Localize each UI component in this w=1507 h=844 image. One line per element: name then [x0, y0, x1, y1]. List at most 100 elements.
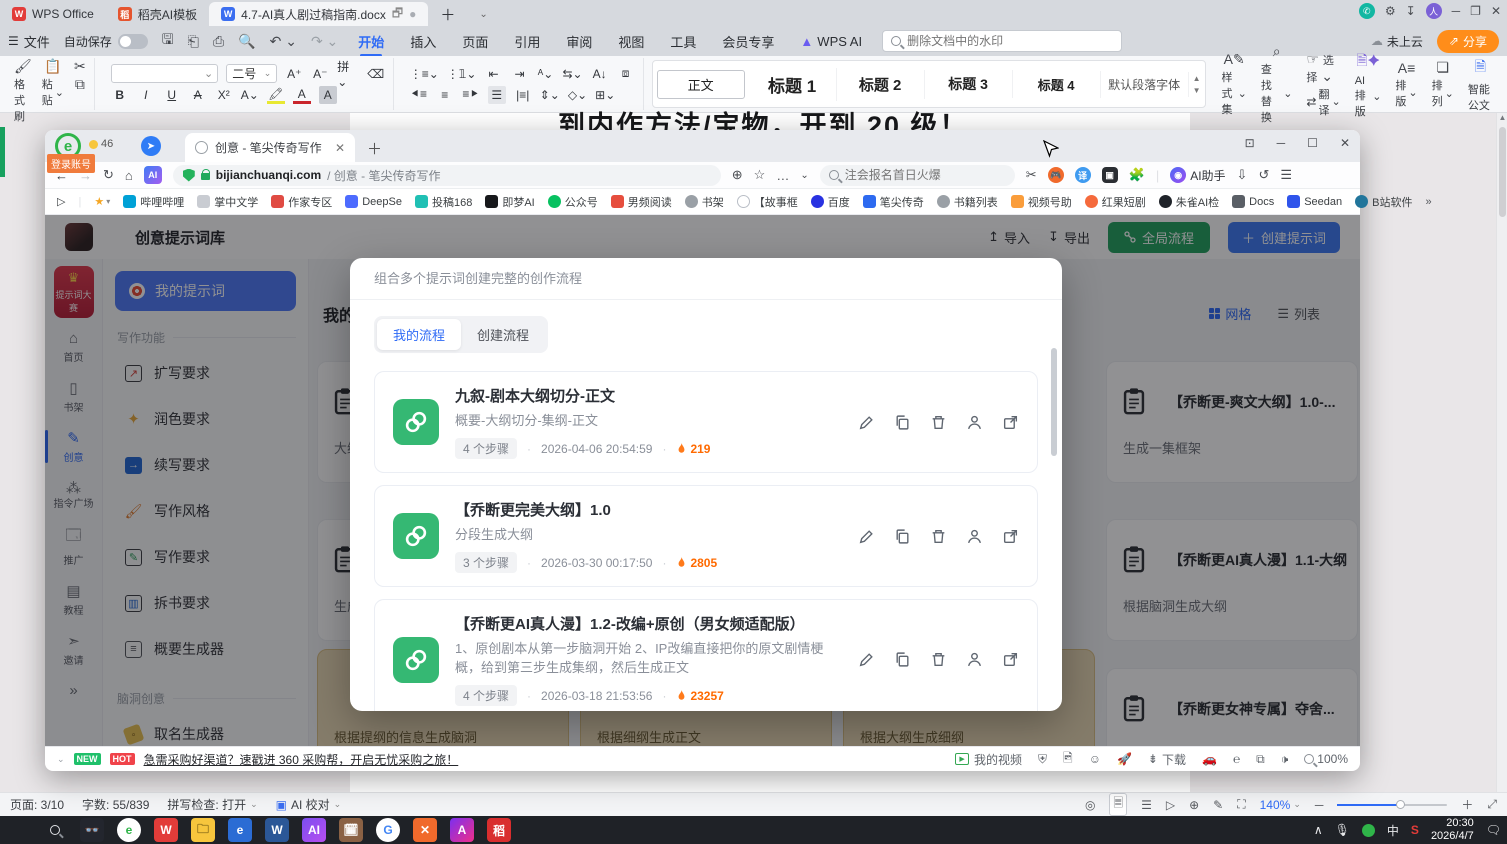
font-size-select[interactable]: 二号⌄	[226, 64, 277, 83]
bookmark-item[interactable]: 笔尖传奇	[863, 194, 924, 210]
word-app-icon[interactable]: W	[265, 818, 289, 842]
print-icon[interactable]: ⎙	[213, 33, 224, 50]
style-heading3[interactable]: 标题 3	[925, 70, 1013, 98]
browser-search-box[interactable]	[820, 165, 1015, 186]
spellcheck-status[interactable]: 拼写检查: 打开⌄	[167, 796, 257, 813]
browser-new-tab-button[interactable]: ＋	[367, 138, 382, 159]
shading-button[interactable]: ◇⌄	[568, 86, 587, 104]
browser-minimize-button[interactable]: ─	[1277, 136, 1286, 150]
text-direction-button[interactable]: ᴬ⌄	[537, 65, 555, 83]
align-center-button[interactable]: ≡	[436, 86, 454, 104]
calendar-app-icon[interactable]: 🗓	[339, 818, 363, 842]
tab-list-chevron[interactable]: ⌄	[467, 2, 499, 26]
tab-close-icon[interactable]: ✕	[335, 141, 345, 155]
wellness-icon[interactable]: ☺	[1089, 752, 1101, 766]
open-external-icon[interactable]	[1002, 528, 1019, 545]
wps-search-box[interactable]	[882, 30, 1122, 52]
save-icon[interactable]: 🖫	[162, 29, 174, 53]
bookmark-item[interactable]: Seedan	[1287, 195, 1342, 208]
nav-site-icon[interactable]: ➤	[141, 136, 161, 156]
taskbar-clock[interactable]: 20:302026/4/7	[1431, 817, 1474, 843]
tray-chevron-icon[interactable]: ∧	[1314, 823, 1323, 837]
sort-button[interactable]: A↓	[591, 65, 609, 83]
smart-doc-button[interactable]: 🗎智能公文	[1468, 56, 1493, 113]
underline-button[interactable]: U	[163, 86, 181, 104]
zoom-slider-handle[interactable]	[1396, 800, 1405, 809]
page-zoom-control[interactable]: 100%	[1304, 752, 1348, 766]
eye-icon[interactable]: ◎	[1085, 798, 1095, 812]
superscript-button[interactable]: X²	[215, 86, 233, 104]
booster-icon[interactable]: 🚀	[1117, 752, 1132, 766]
points-badge[interactable]: 46	[89, 138, 113, 150]
download-manager-button[interactable]: ⇟下载	[1148, 751, 1186, 768]
x-app-icon[interactable]: ✕	[413, 818, 437, 842]
bold-button[interactable]: B	[111, 86, 129, 104]
copy-icon[interactable]	[894, 414, 911, 431]
new-tab-button[interactable]: ＋	[428, 2, 467, 26]
addr-dropdown-icon[interactable]: ⌄	[800, 170, 808, 181]
window-tool-icon[interactable]: ⧉	[1256, 752, 1265, 767]
show-marks-button[interactable]: ⧈	[617, 65, 635, 83]
document-scrollbar[interactable]: ▲	[1496, 113, 1507, 792]
bookmark-item[interactable]: DeepSe	[345, 195, 402, 208]
bookmark-item[interactable]: 男频阅读	[611, 194, 672, 210]
image-tool-icon[interactable]: 🖻	[1063, 749, 1073, 770]
style-default-font[interactable]: 默认段落字体	[1101, 72, 1189, 97]
bookmark-item[interactable]: 书架	[685, 194, 724, 210]
mini-window-icon[interactable]: ⊡	[1245, 136, 1255, 150]
autosave-toggle[interactable]: 自动保存	[64, 33, 148, 50]
bookmark-item[interactable]: 百度	[811, 194, 850, 210]
char-shading-button[interactable]: A	[319, 86, 337, 104]
browser-maximize-button[interactable]: ☐	[1307, 136, 1318, 150]
sogou-tray-icon[interactable]: S	[1411, 823, 1419, 837]
security-shield-icon[interactable]	[183, 169, 195, 182]
copy-icon[interactable]	[894, 651, 911, 668]
scrollbar-thumb[interactable]	[1499, 127, 1506, 217]
360-browser-icon[interactable]: e	[117, 818, 141, 842]
copy-icon[interactable]	[894, 528, 911, 545]
italic-button[interactable]: I	[137, 86, 155, 104]
style-heading1[interactable]: 标题 1	[749, 68, 837, 101]
extensions-puzzle-icon[interactable]: 🧩	[1129, 167, 1145, 183]
file-explorer-icon[interactable]: 🗀	[191, 818, 215, 842]
downloads-icon[interactable]: ⇩	[1237, 167, 1248, 183]
ai-nav-icon[interactable]: AI	[144, 166, 162, 184]
service-icon[interactable]: ✆	[1359, 3, 1375, 19]
wps-minimize-button[interactable]: ─	[1452, 4, 1461, 18]
decrease-indent-button[interactable]: ⇤	[485, 65, 503, 83]
menu-tab-start[interactable]: 开始	[352, 30, 390, 53]
align-right-button[interactable]: ≡⯈	[462, 86, 480, 104]
doc-preview-icon[interactable]: 🗗	[392, 4, 403, 25]
increase-font-icon[interactable]: A⁺	[285, 65, 303, 83]
paste-button[interactable]: 📋粘贴⌄	[42, 58, 64, 110]
browser-search-input[interactable]	[845, 168, 995, 182]
delete-icon[interactable]	[930, 414, 947, 431]
flow-card[interactable]: 【乔断更完美大纲】1.0 分段生成大纲 3 个步骤 2026-03-30 00:…	[374, 485, 1038, 587]
format-painter-button[interactable]: 🖌格式刷	[14, 58, 32, 110]
style-heading2[interactable]: 标题 2	[837, 70, 925, 99]
edit-icon[interactable]	[858, 414, 875, 431]
wps-docer-tab[interactable]: 稻稻壳AI模板	[106, 2, 209, 26]
a-app-icon[interactable]: A	[450, 818, 474, 842]
chrome-app-icon[interactable]: G	[376, 818, 400, 842]
file-menu[interactable]: ☰文件	[8, 32, 50, 51]
bookmark-star-icon[interactable]: ☆	[754, 167, 766, 183]
ime-indicator[interactable]: 中	[1387, 822, 1399, 839]
browser-close-button[interactable]: ✕	[1340, 136, 1350, 150]
arrange-button[interactable]: ❏排列⌄	[1432, 59, 1454, 109]
page-view-icon[interactable]: 🗏	[1109, 793, 1127, 816]
settings-gear-icon[interactable]: ⚙	[1385, 4, 1396, 18]
layout-button[interactable]: A≡排版⌄	[1395, 60, 1417, 109]
wps-close-button[interactable]: ✕	[1491, 4, 1501, 18]
collapse-sidebar-icon[interactable]: ▷	[57, 195, 65, 208]
start-button[interactable]	[6, 818, 30, 842]
menu-tab-insert[interactable]: 插入	[404, 30, 442, 53]
border-button[interactable]: ⊞⌄	[595, 86, 615, 104]
ai-app-icon[interactable]: AI	[302, 818, 326, 842]
style-set-button[interactable]: A✎样式集⌄	[1222, 51, 1247, 117]
font-family-select[interactable]: ⌄	[111, 64, 219, 83]
address-bar[interactable]: bijianchuanqi.com / 创意 - 笔尖传奇写作	[173, 165, 721, 186]
cut-icon[interactable]: ✂	[74, 58, 86, 75]
decrease-font-icon[interactable]: A⁻	[311, 65, 329, 83]
wps-search-input[interactable]	[907, 34, 1097, 48]
